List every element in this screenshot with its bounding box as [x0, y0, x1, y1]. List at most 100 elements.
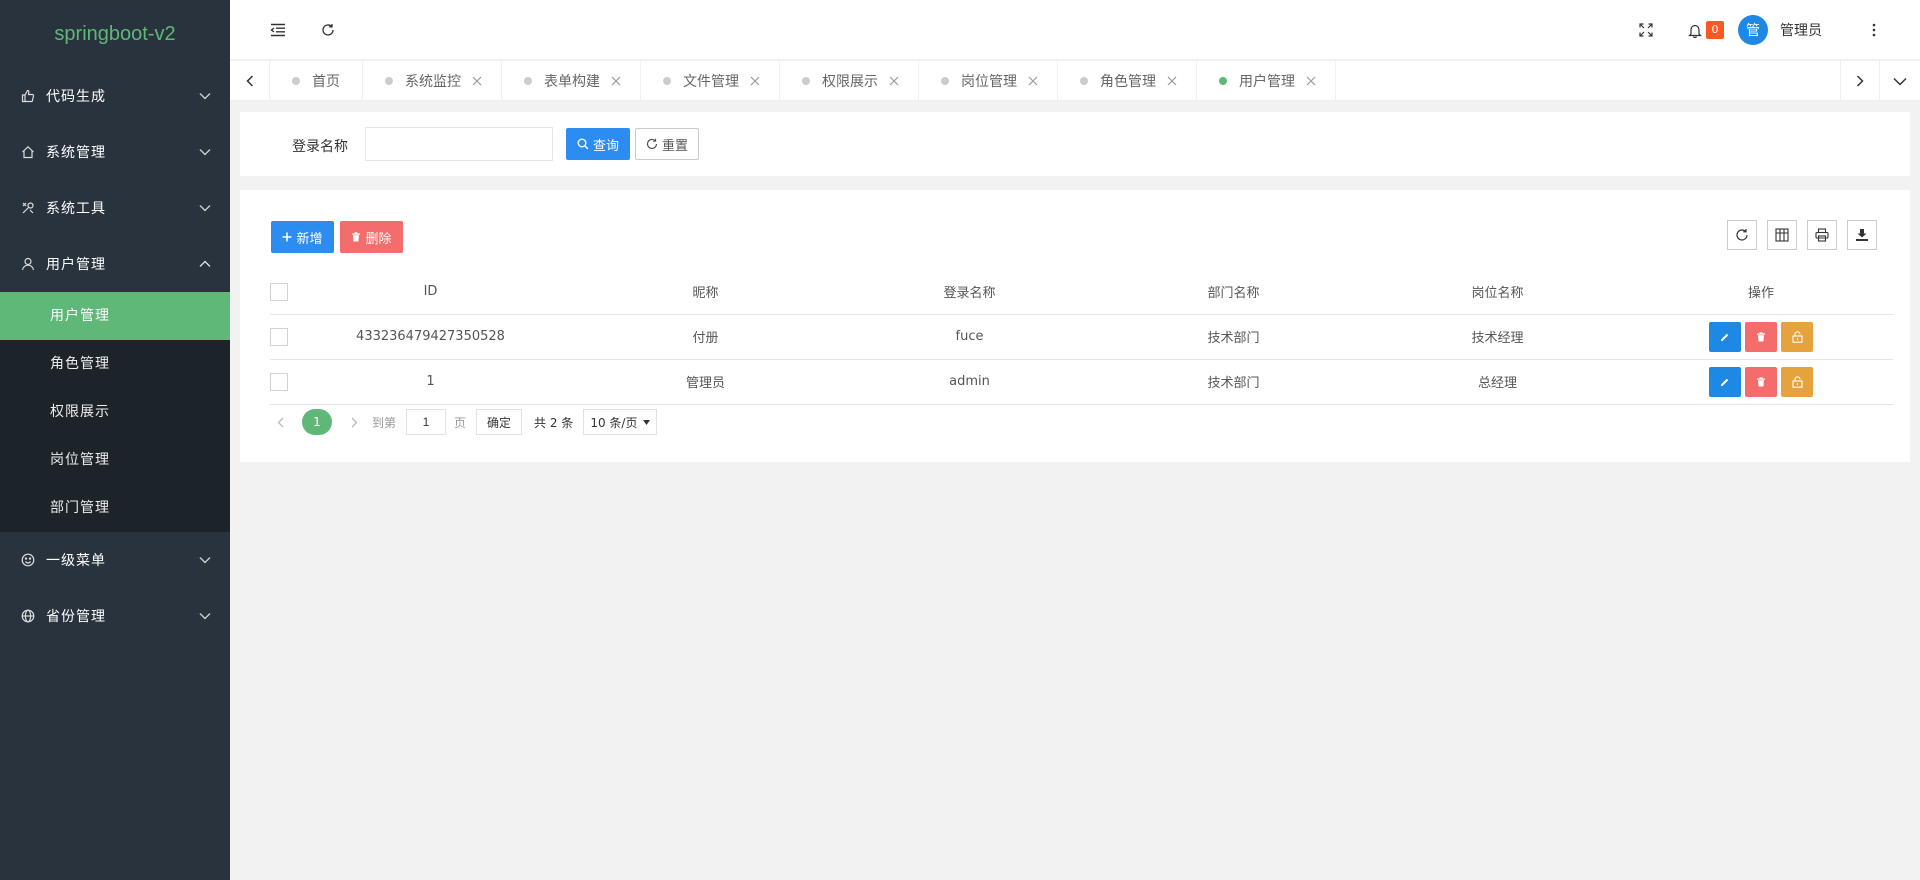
submenu-user-mgmt: 用户管理 角色管理 权限展示 岗位管理 部门管理	[0, 292, 230, 532]
sidebar-toggle-icon[interactable]	[264, 16, 292, 44]
tab-posts[interactable]: 岗位管理	[919, 61, 1058, 101]
page-size-select[interactable]: 10 条/页	[583, 409, 658, 435]
menu-label: 省份管理	[46, 609, 106, 625]
close-icon[interactable]	[749, 75, 761, 87]
tab-dot	[802, 77, 810, 85]
plus-icon	[282, 232, 292, 242]
tab-list: 首页 系统监控 表单构建 文件管理 权限展示 岗位管理 角色管理 用户管理	[270, 61, 1336, 101]
row-checkbox[interactable]	[270, 327, 288, 346]
current-page[interactable]: 1	[302, 409, 332, 435]
notification-badge: 0	[1706, 21, 1724, 39]
columns-icon[interactable]	[1767, 220, 1797, 250]
smile-icon	[20, 552, 36, 568]
submenu-item-departments[interactable]: 部门管理	[0, 484, 230, 532]
tab-roles[interactable]: 角色管理	[1058, 61, 1197, 101]
table-row: 433236479427350528 付册 fuce 技术部门 技术经理	[270, 314, 1893, 360]
add-button[interactable]: 新增	[271, 221, 334, 253]
edit-button[interactable]	[1709, 321, 1741, 352]
refresh-icon[interactable]	[314, 16, 342, 44]
column-header-id[interactable]: ID	[288, 270, 573, 315]
table-refresh-icon[interactable]	[1727, 220, 1757, 250]
goto-confirm-button[interactable]: 确定	[476, 409, 523, 435]
tab-menu-chevron-down-icon[interactable]	[1880, 61, 1920, 101]
edit-button[interactable]	[1709, 366, 1741, 397]
menu-item-tools[interactable]: 系统工具	[0, 180, 230, 236]
menu-item-level1[interactable]: 一级菜单	[0, 532, 230, 588]
menu-label: 系统工具	[46, 201, 106, 217]
submenu-item-roles[interactable]: 角色管理	[0, 340, 230, 388]
close-icon[interactable]	[1305, 75, 1317, 87]
tab-dot	[524, 77, 532, 85]
lock-icon	[1791, 330, 1803, 343]
total-count: 共 2 条	[534, 415, 574, 430]
row-checkbox-cell	[270, 314, 288, 360]
search-panel: 登录名称 查询 重置	[240, 112, 1910, 176]
print-icon[interactable]	[1807, 220, 1837, 250]
menu-label: 一级菜单	[46, 553, 106, 569]
tab-permissions[interactable]: 权限展示	[780, 61, 919, 101]
globe-icon	[20, 608, 36, 624]
reset-button[interactable]: 重置	[635, 128, 699, 160]
username[interactable]: 管理员	[1780, 20, 1822, 40]
submenu-item-permissions[interactable]: 权限展示	[0, 388, 230, 436]
tab-dot-active	[1219, 77, 1227, 85]
close-icon[interactable]	[471, 75, 483, 87]
export-icon[interactable]	[1847, 220, 1877, 250]
tab-system-monitor[interactable]: 系统监控	[363, 61, 502, 101]
trash-icon	[1757, 376, 1765, 386]
delete-row-button[interactable]	[1745, 321, 1777, 352]
select-all-checkbox[interactable]	[270, 282, 288, 301]
close-icon[interactable]	[1166, 75, 1178, 87]
tab-home[interactable]: 首页	[270, 61, 363, 101]
close-icon[interactable]	[888, 75, 900, 87]
menu-item-province[interactable]: 省份管理	[0, 588, 230, 644]
table-row: 1 管理员 admin 技术部门 总经理	[270, 359, 1893, 405]
close-icon[interactable]	[1027, 75, 1039, 87]
tab-file-mgmt[interactable]: 文件管理	[641, 61, 780, 101]
login-name-input[interactable]	[365, 127, 553, 161]
row-checkbox[interactable]	[270, 372, 288, 391]
reset-password-button[interactable]	[1781, 366, 1813, 397]
tab-bar: 首页 系统监控 表单构建 文件管理 权限展示 岗位管理 角色管理 用户管理	[230, 61, 1920, 101]
avatar[interactable]: 管	[1738, 15, 1768, 45]
submenu-item-posts[interactable]: 岗位管理	[0, 436, 230, 484]
user-table: ID 昵称 登录名称 部门名称 岗位名称 操作 4332364794273505…	[270, 270, 1893, 405]
login-name-label: 登录名称	[292, 139, 348, 155]
column-header-nickname[interactable]: 昵称	[573, 270, 838, 315]
cell-nickname: 付册	[573, 314, 838, 360]
menu-item-user-mgmt[interactable]: 用户管理	[0, 236, 230, 292]
delete-row-button[interactable]	[1745, 366, 1777, 397]
tab-users[interactable]: 用户管理	[1197, 61, 1336, 101]
close-icon[interactable]	[610, 75, 622, 87]
menu-item-system[interactable]: 系统管理	[0, 124, 230, 180]
reset-icon	[646, 138, 658, 150]
tab-scroll-left-icon[interactable]	[230, 61, 270, 101]
notification-button[interactable]: 0	[1688, 21, 1724, 39]
app-logo[interactable]: springboot-v2	[0, 0, 230, 68]
goto-label: 到第	[372, 415, 397, 430]
more-vertical-icon[interactable]	[1860, 16, 1888, 44]
submenu-item-users[interactable]: 用户管理	[0, 292, 230, 340]
tab-dot	[663, 77, 671, 85]
tab-label: 权限展示	[822, 74, 878, 90]
cell-login: admin	[838, 359, 1101, 405]
column-header-login[interactable]: 登录名称	[838, 270, 1101, 315]
column-header-actions: 操作	[1629, 270, 1893, 315]
tab-dot	[941, 77, 949, 85]
tab-form-builder[interactable]: 表单构建	[502, 61, 641, 101]
fullscreen-icon[interactable]	[1632, 16, 1660, 44]
menu-item-code-gen[interactable]: 代码生成	[0, 68, 230, 124]
cell-id: 433236479427350528	[288, 314, 573, 360]
goto-page-input[interactable]	[406, 409, 447, 435]
prev-page-icon[interactable]	[270, 408, 290, 436]
reset-password-button[interactable]	[1781, 321, 1813, 352]
column-header-post[interactable]: 岗位名称	[1366, 270, 1629, 315]
tab-scroll-right-icon[interactable]	[1840, 61, 1880, 101]
cell-nickname: 管理员	[573, 359, 838, 405]
lock-icon	[1791, 375, 1803, 388]
column-header-dept[interactable]: 部门名称	[1101, 270, 1366, 315]
delete-button[interactable]: 删除	[340, 221, 403, 253]
tab-label: 首页	[312, 74, 340, 90]
next-page-icon[interactable]	[344, 408, 364, 436]
search-button[interactable]: 查询	[566, 128, 630, 160]
